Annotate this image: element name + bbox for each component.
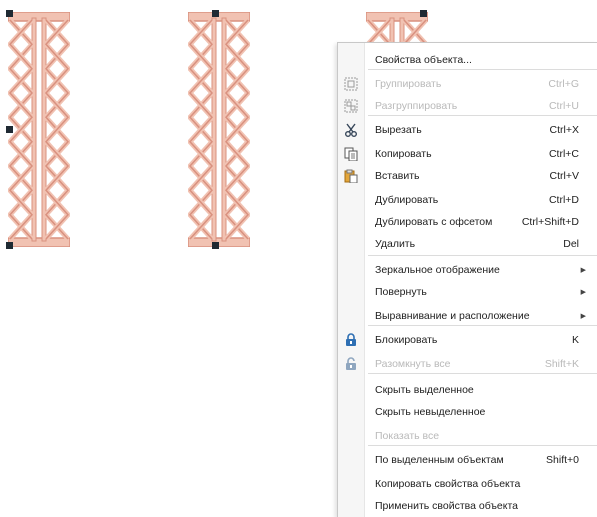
menu-item-8[interactable]: Дублировать с офсетом Ctrl+Shift+D bbox=[338, 211, 597, 233]
menu-item-17[interactable]: Показать все bbox=[338, 425, 597, 447]
menu-item-shortcut: K bbox=[571, 334, 579, 346]
menu-item-label: Скрыть выделенное bbox=[375, 384, 474, 396]
menu-item-label: Копировать bbox=[375, 148, 432, 160]
menu-item-19[interactable]: Копировать свойства объекта bbox=[338, 473, 597, 495]
paste-icon bbox=[343, 168, 359, 184]
submenu-arrow-icon: ▶ bbox=[580, 267, 586, 274]
menu-item-label: Группировать bbox=[375, 78, 442, 90]
embroidery-pattern-icon bbox=[186, 11, 252, 248]
menu-item-5[interactable]: Копировать Ctrl+C bbox=[338, 143, 597, 165]
menu-item-shortcut: Shift+K bbox=[544, 358, 579, 370]
unlock-icon bbox=[343, 356, 359, 372]
submenu-arrow-icon: ▶ bbox=[580, 313, 586, 320]
submenu-arrow-icon: ▶ bbox=[580, 289, 586, 296]
menu-item-label: Блокировать bbox=[375, 334, 438, 346]
embroidery-object-1[interactable] bbox=[6, 10, 72, 249]
menu-item-label: Вырезать bbox=[375, 124, 422, 136]
menu-item-shortcut: Ctrl+Shift+D bbox=[521, 216, 579, 228]
ungroup-icon bbox=[343, 98, 359, 114]
menu-separator bbox=[368, 255, 597, 256]
menu-item-label: Свойства объекта... bbox=[375, 54, 472, 66]
menu-item-label: Вставить bbox=[375, 170, 420, 182]
menu-item-13[interactable]: Блокировать K bbox=[338, 329, 597, 351]
menu-item-label: Зеркальное отображение bbox=[375, 264, 500, 276]
menu-item-20[interactable]: Применить свойства объекта bbox=[338, 495, 597, 517]
menu-item-label: Показать все bbox=[375, 430, 440, 442]
menu-item-shortcut: Ctrl+G bbox=[548, 78, 579, 90]
menu-item-shortcut: Ctrl+D bbox=[548, 194, 579, 206]
copy-icon bbox=[343, 146, 359, 162]
menu-item-shortcut: Ctrl+V bbox=[549, 170, 579, 182]
lock-icon bbox=[343, 332, 359, 348]
menu-item-14[interactable]: Разомкнуть все Shift+K bbox=[338, 353, 597, 375]
menu-item-label: Скрыть невыделенное bbox=[375, 406, 486, 418]
menu-item-1[interactable]: Свойства объекта... bbox=[338, 49, 597, 71]
selection-handle[interactable] bbox=[6, 126, 13, 133]
menu-item-2[interactable]: Группировать Ctrl+G bbox=[338, 73, 597, 95]
menu-item-label: Дублировать bbox=[375, 194, 439, 206]
embroidery-pattern-icon bbox=[6, 11, 72, 248]
context-menu: Свойства объекта... Группировать Ctrl+G Раз… bbox=[337, 42, 597, 517]
menu-item-label: Выравнивание и расположение bbox=[375, 310, 530, 322]
menu-item-label: Разомкнуть все bbox=[375, 358, 451, 370]
menu-item-11[interactable]: Повернуть ▶ bbox=[338, 281, 597, 303]
menu-item-10[interactable]: Зеркальное отображение ▶ bbox=[338, 259, 597, 281]
menu-item-label: Дублировать с офсетом bbox=[375, 216, 493, 228]
menu-item-shortcut: Ctrl+X bbox=[549, 124, 579, 136]
selection-handle[interactable] bbox=[212, 10, 219, 17]
menu-item-18[interactable]: По выделенным объектам Shift+0 bbox=[338, 449, 597, 471]
menu-item-9[interactable]: Удалить Del bbox=[338, 233, 597, 255]
selection-handle[interactable] bbox=[212, 242, 219, 249]
menu-item-6[interactable]: Вставить Ctrl+V bbox=[338, 165, 597, 187]
selection-handle[interactable] bbox=[6, 242, 13, 249]
menu-item-7[interactable]: Дублировать Ctrl+D bbox=[338, 189, 597, 211]
menu-item-4[interactable]: Вырезать Ctrl+X bbox=[338, 119, 597, 141]
menu-item-label: Повернуть bbox=[375, 286, 427, 298]
selection-handle[interactable] bbox=[420, 10, 427, 17]
menu-item-label: Применить свойства объекта bbox=[375, 500, 519, 512]
menu-item-16[interactable]: Скрыть невыделенное bbox=[338, 401, 597, 423]
menu-item-label: Копировать свойства объекта bbox=[375, 478, 521, 490]
menu-item-shortcut: Ctrl+C bbox=[548, 148, 579, 160]
menu-item-15[interactable]: Скрыть выделенное bbox=[338, 379, 597, 401]
group-icon bbox=[343, 76, 359, 92]
menu-item-shortcut: Shift+0 bbox=[546, 454, 579, 466]
selection-handle[interactable] bbox=[6, 10, 13, 17]
menu-item-label: Удалить bbox=[375, 238, 416, 250]
menu-item-3[interactable]: Разгруппировать Ctrl+U bbox=[338, 95, 597, 117]
menu-item-shortcut: Ctrl+U bbox=[548, 100, 579, 112]
embroidery-object-2[interactable] bbox=[186, 10, 252, 249]
design-canvas[interactable]: Свойства объекта... Группировать Ctrl+G Раз… bbox=[0, 0, 597, 517]
menu-item-label: По выделенным объектам bbox=[375, 454, 504, 466]
menu-item-shortcut: Del bbox=[563, 238, 579, 250]
menu-item-12[interactable]: Выравнивание и расположение ▶ bbox=[338, 305, 597, 327]
scissors-icon bbox=[343, 122, 359, 138]
menu-item-label: Разгруппировать bbox=[375, 100, 458, 112]
